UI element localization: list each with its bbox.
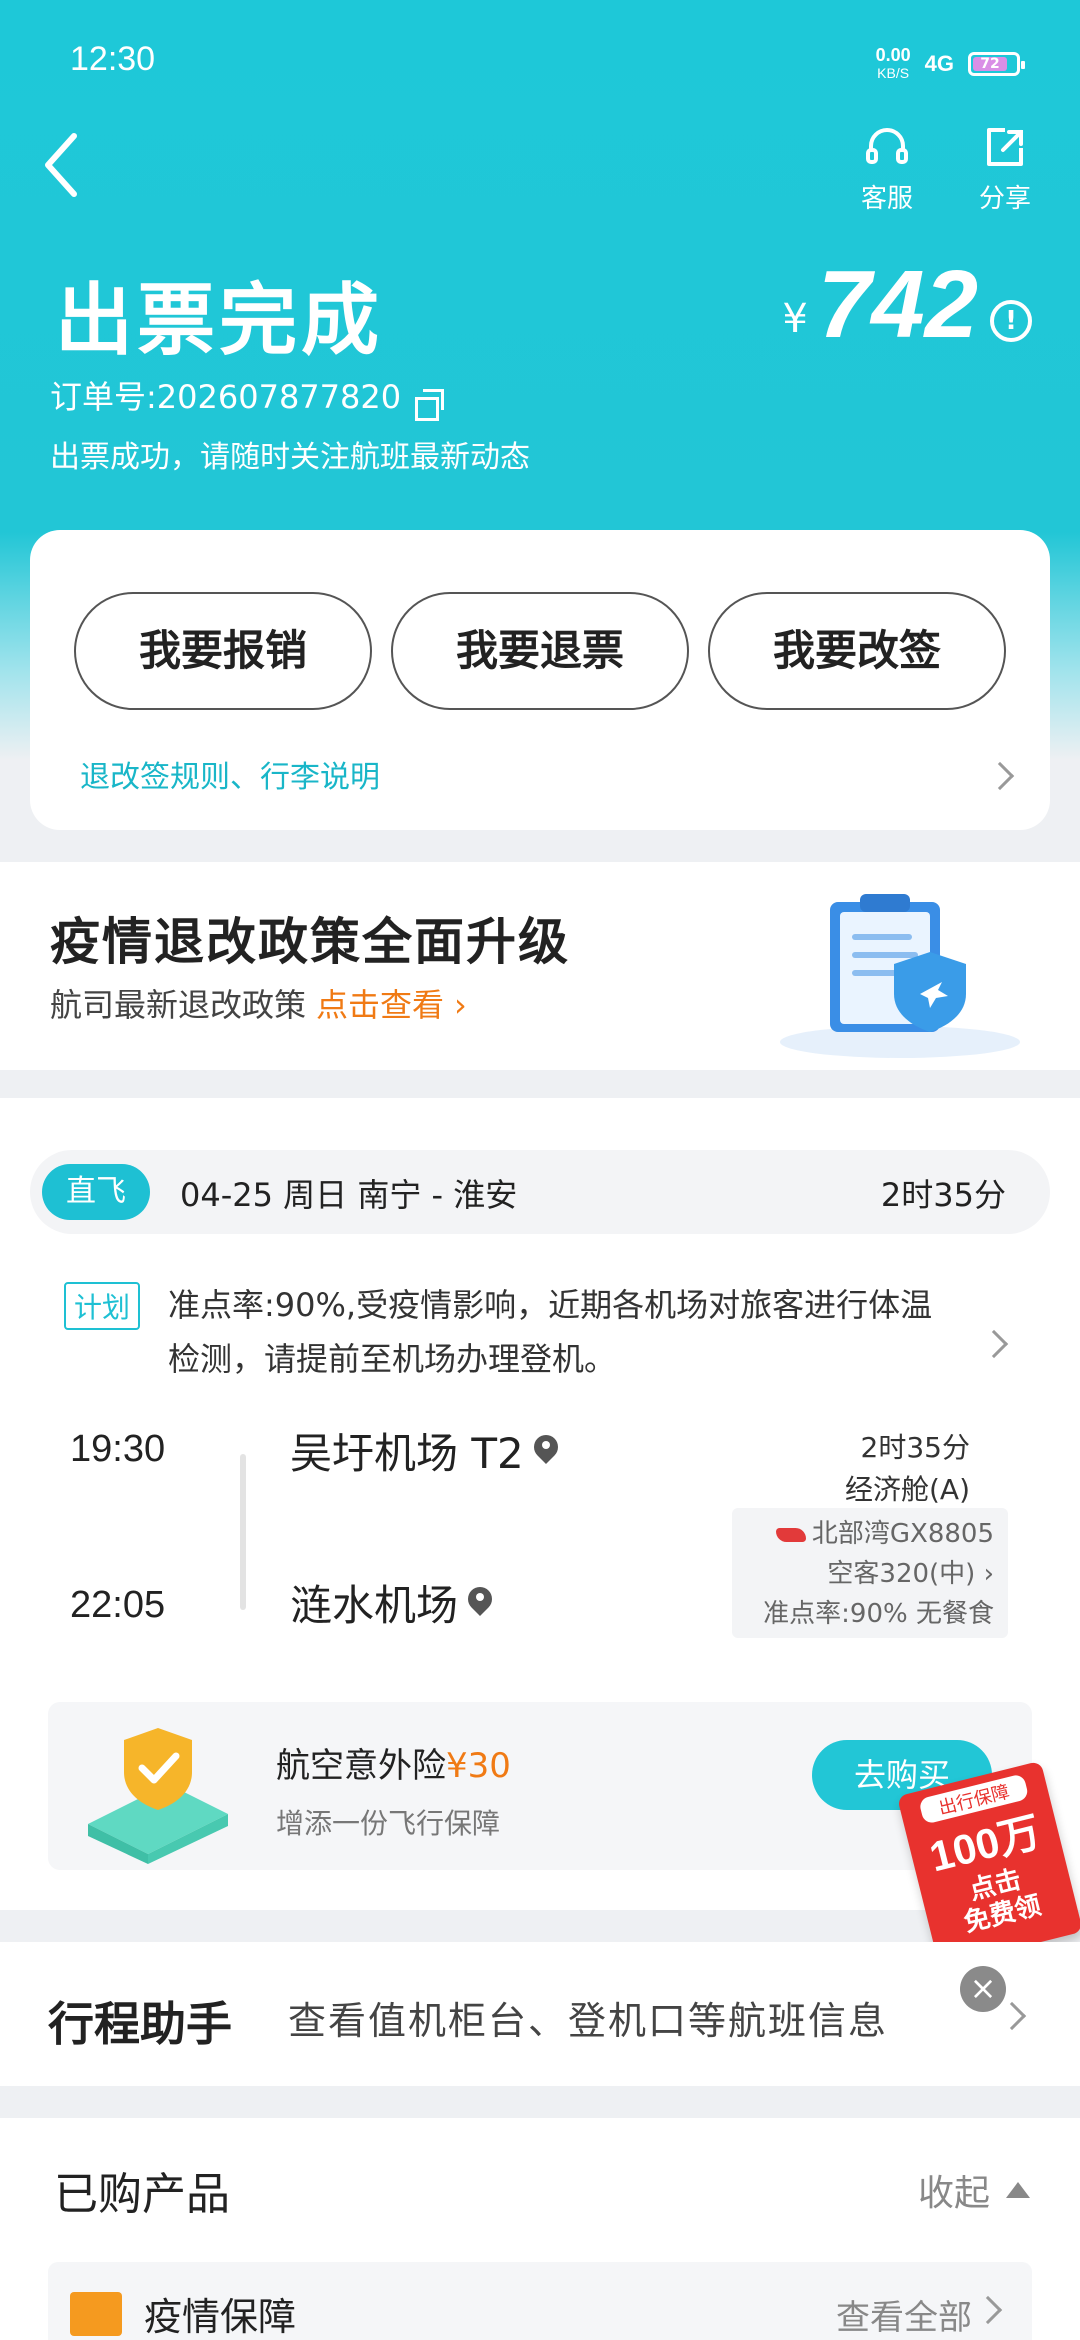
trip-assistant[interactable]: 行程助手 查看值机柜台、登机口等航班信息 × bbox=[0, 1942, 1080, 2086]
cabin-class: 经济舱(A) bbox=[844, 1473, 970, 1506]
flight-number: 北部湾GX8805 bbox=[746, 1514, 994, 1554]
share-icon bbox=[987, 128, 1023, 166]
back-button[interactable] bbox=[40, 130, 100, 200]
policy-banner[interactable]: 疫情退改政策全面升级 航司最新退改政策 点击查看 › bbox=[0, 862, 1080, 1070]
airline-logo-icon bbox=[775, 1527, 806, 1542]
share-button[interactable]: 分享 bbox=[960, 124, 1050, 215]
status-icons: 0.00 KB/S 4G 72 bbox=[875, 45, 1025, 82]
refund-button[interactable]: 我要退票 bbox=[391, 592, 689, 710]
gift-icon bbox=[70, 2292, 122, 2336]
signal-icon: 4G bbox=[924, 51, 954, 76]
status-bar: 12:30 0.00 KB/S 4G 72 bbox=[70, 40, 1025, 90]
back-arrow-icon bbox=[45, 133, 77, 197]
flight-punctuality: 准点率:90% 无餐食 bbox=[763, 1599, 994, 1629]
currency-symbol: ¥ bbox=[782, 296, 808, 342]
status-message: 出票成功，请随时关注航班最新动态 bbox=[50, 440, 530, 475]
departure-airport[interactable]: 吴圩机场 T2 bbox=[290, 1420, 558, 1481]
flight-card: 直飞 04-25 周日 南宁 - 淮安 2时35分 计划 准点率:90%,受疫情… bbox=[0, 1098, 1080, 1910]
assistant-title: 行程助手 bbox=[48, 1997, 232, 2051]
chevron-right-icon[interactable] bbox=[997, 2001, 1027, 2031]
view-all-link[interactable]: 查看全部 bbox=[836, 2290, 972, 2339]
insurance-subtitle: 增添一份飞行保障 bbox=[276, 1807, 501, 1840]
order-number: 订单号:202607877820 bbox=[50, 372, 445, 421]
clipboard-shield-illustration bbox=[780, 894, 1020, 1058]
triangle-up-icon bbox=[1006, 2182, 1030, 2198]
flight-duration: 2时35分 bbox=[880, 1176, 1006, 1214]
flight-header: 直飞 04-25 周日 南宁 - 淮安 2时35分 bbox=[30, 1150, 1050, 1234]
flight-date-route: 04-25 周日 南宁 - 淮安 bbox=[180, 1176, 518, 1214]
direct-flight-badge: 直飞 bbox=[42, 1164, 150, 1220]
products-title: 已购产品 bbox=[54, 2169, 230, 2220]
info-icon[interactable]: ! bbox=[990, 300, 1032, 342]
arrival-time: 22:05 bbox=[70, 1584, 166, 1626]
arrival-airport[interactable]: 涟水机场 bbox=[290, 1572, 492, 1633]
assistant-text: 查看值机柜台、登机口等航班信息 bbox=[288, 1999, 889, 2043]
chevron-right-icon[interactable] bbox=[973, 2295, 1003, 2325]
headset-icon bbox=[866, 128, 908, 164]
price-value: 742 bbox=[817, 251, 978, 358]
collapse-button[interactable]: 收起 bbox=[918, 2164, 1030, 2216]
location-pin-icon[interactable] bbox=[534, 1435, 558, 1467]
product-item[interactable]: 疫情保障 查看全部 bbox=[48, 2262, 1032, 2340]
change-button[interactable]: 我要改签 bbox=[708, 592, 1006, 710]
order-actions-card: 我要报销 我要退票 我要改签 退改签规则、行李说明 bbox=[30, 530, 1050, 830]
location-pin-icon[interactable] bbox=[468, 1587, 492, 1619]
insurance-title: 航空意外险¥30 bbox=[276, 1746, 511, 1786]
timeline-line bbox=[240, 1454, 246, 1610]
product-name: 疫情保障 bbox=[144, 2295, 297, 2339]
chevron-right-icon[interactable] bbox=[979, 1329, 1009, 1359]
insurance-price: ¥30 bbox=[446, 1746, 511, 1786]
chevron-right-icon: › bbox=[454, 986, 467, 1024]
customer-service-button[interactable]: 客服 bbox=[842, 124, 932, 215]
departure-time: 19:30 bbox=[70, 1428, 166, 1470]
segment-duration: 2时35分 bbox=[860, 1431, 970, 1464]
rules-link[interactable]: 退改签规则、行李说明 bbox=[80, 752, 380, 796]
policy-link[interactable]: 点击查看 bbox=[316, 986, 444, 1024]
insurance-offer[interactable]: 航空意外险¥30 增添一份飞行保障 去购买 bbox=[48, 1702, 1032, 1870]
page-title: 出票完成 bbox=[55, 276, 384, 366]
price-total[interactable]: ¥ 742 ! bbox=[782, 250, 1032, 360]
status-time: 12:30 bbox=[70, 40, 156, 78]
copy-icon[interactable] bbox=[415, 389, 445, 421]
policy-subtitle: 航司最新退改政策 点击查看 › bbox=[50, 986, 467, 1024]
plan-notice[interactable]: 准点率:90%,受疫情影响，近期各机场对旅客进行体温检测，请提前至机场办理登机。 bbox=[168, 1278, 948, 1386]
policy-title: 疫情退改政策全面升级 bbox=[50, 913, 570, 971]
purchased-products: 已购产品 收起 疫情保障 查看全部 bbox=[0, 2118, 1080, 2340]
battery-icon: 72 bbox=[968, 52, 1025, 76]
close-icon[interactable]: × bbox=[960, 1966, 1006, 2012]
reimburse-button[interactable]: 我要报销 bbox=[74, 592, 372, 710]
flight-info-box[interactable]: 北部湾GX8805 空客320(中) › 准点率:90% 无餐食 bbox=[732, 1508, 1008, 1638]
net-speed: 0.00 KB/S bbox=[875, 45, 911, 81]
plan-badge: 计划 bbox=[64, 1282, 141, 1330]
aircraft-type: 空客320(中) › bbox=[827, 1559, 994, 1589]
insurance-shield-illustration bbox=[88, 1728, 228, 1864]
chevron-right-icon[interactable] bbox=[985, 761, 1015, 791]
